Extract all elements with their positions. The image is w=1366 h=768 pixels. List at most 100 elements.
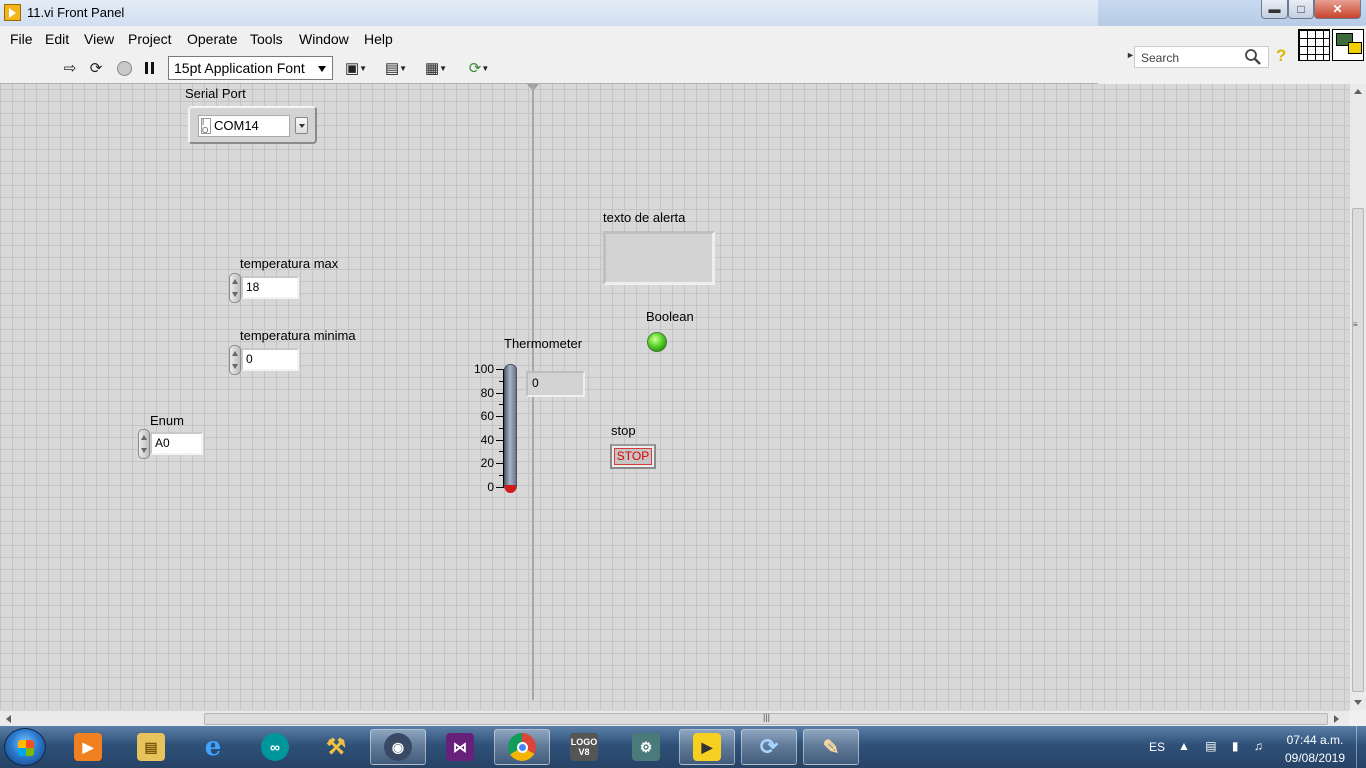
thermometer-major-tick [496,369,504,370]
arduino-icon[interactable]: ∞ [247,729,303,765]
thermometer-digital-display: 0 [526,371,585,397]
temp-max-incdec[interactable] [229,273,241,303]
chevron-down-icon [318,66,326,72]
labview-icon[interactable]: ▶ [679,729,735,765]
chrome-icon[interactable] [494,729,550,765]
run-continuously-icon[interactable]: ⟳ [86,58,106,78]
sync-icon[interactable]: ⟳ [741,729,797,765]
title-bar: 11.vi Front Panel ▬ □ ✕ [0,0,1366,26]
thermometer-tick-0: 0 [487,480,494,494]
temp-min-incdec[interactable] [229,345,241,375]
menu-help[interactable]: Help [364,31,393,47]
vertical-scroll-thumb[interactable] [1352,208,1364,692]
thermometer-tick-60: 60 [480,409,494,423]
temp-max-input[interactable]: 18 [241,276,299,299]
visual-studio-icon[interactable]: ⋈ [432,729,488,765]
scroll-down-icon[interactable] [1354,700,1362,705]
logo-v8-icon[interactable]: LOGO V8 [556,729,612,765]
clock-time[interactable]: 07:44 a.m. [1280,733,1350,747]
start-button[interactable] [4,728,46,766]
stop-button-text: STOP [614,448,652,465]
alert-text-indicator [603,231,715,285]
file-explorer-icon[interactable]: ▤ [123,729,179,765]
logo-v8-label: LOGO V8 [570,733,598,761]
enum-label: Enum [150,413,184,428]
maximize-button[interactable]: □ [1288,0,1314,19]
serial-port-control[interactable]: IO COM14 [188,106,317,144]
media-player-icon[interactable]: ▶ [60,729,116,765]
thermometer-tick-80: 80 [480,386,494,400]
thermometer-major-tick [496,463,504,464]
stop-button[interactable]: STOP [610,444,656,469]
system-tray-icons[interactable]: ▲ ▤ ▮ ♫ [1178,739,1269,753]
temp-max-label: temperatura max [240,256,339,271]
temp-max-control[interactable]: 18 [229,273,301,303]
connector-pane-icon[interactable] [1298,29,1330,61]
clock-date[interactable]: 09/08/2019 [1280,751,1350,765]
labview-app-icon [4,4,21,21]
thermometer-tick-100: 100 [473,362,494,376]
scroll-left-icon[interactable] [6,715,11,723]
enum-value[interactable]: A0 [150,432,203,455]
io-name-icon: IO [201,118,211,135]
menu-operate[interactable]: Operate [187,31,238,47]
temp-min-control[interactable]: 0 [229,345,301,375]
reorder-icon[interactable]: ⟳ ▼ [464,58,494,78]
thermometer-fill [505,485,516,493]
menu-file[interactable]: File [10,31,33,47]
pause-icon[interactable] [139,58,159,78]
toolbar: ⇨ ⟳ 15pt Application Font ▣ ▼ ▤ ▼ ▦ ▼ ⟳ ▼ [0,52,1098,84]
enum-control[interactable]: A0 [138,429,204,459]
vi-icon[interactable] [1332,29,1364,61]
tool-icon[interactable]: ⚒ [308,729,364,765]
search-placeholder: Search [1141,51,1180,65]
menu-view[interactable]: View [84,31,114,47]
menu-window[interactable]: Window [299,31,349,47]
scroll-up-icon[interactable] [1354,89,1362,94]
thermometer-major-tick [496,487,504,488]
menu-project[interactable]: Project [128,31,172,47]
language-indicator[interactable]: ES [1149,740,1165,754]
horizontal-scroll-thumb[interactable]: ||| [204,712,1328,725]
horizontal-scrollbar[interactable]: ||| [0,710,1349,726]
serial-port-dropdown-button[interactable] [295,117,308,134]
thermometer-major-tick [496,440,504,441]
internet-explorer-icon[interactable]: e [185,729,241,765]
robot-arm-icon[interactable]: ⚙ [618,729,674,765]
help-icon[interactable]: ? [1276,46,1286,66]
stop-label: stop [611,423,636,438]
windows-logo-icon [18,740,34,756]
serial-port-field[interactable]: IO COM14 [198,115,290,137]
close-button[interactable]: ✕ [1314,0,1361,19]
menu-tools[interactable]: Tools [250,31,283,47]
boolean-label: Boolean [646,309,694,324]
resize-objects-icon[interactable]: ▦ ▼ [422,58,450,78]
boolean-led[interactable] [647,332,667,352]
thermometer-major-tick [496,416,504,417]
search-icon[interactable] [1244,48,1262,66]
distribute-objects-icon[interactable]: ▤ ▼ [382,58,410,78]
thermometer-tube[interactable] [504,364,517,492]
minimize-button[interactable]: ▬ [1261,0,1288,19]
paint-icon[interactable]: ✎ [803,729,859,765]
menu-edit[interactable]: Edit [45,31,69,47]
temp-min-input[interactable]: 0 [241,348,299,371]
abort-icon[interactable] [114,58,134,78]
front-panel[interactable]: Serial Port IO COM14 temperatura max 18 … [0,84,1349,710]
thermometer-major-tick [496,393,504,394]
show-desktop-button[interactable] [1356,726,1366,768]
thermometer-tick-40: 40 [480,433,494,447]
font-select[interactable]: 15pt Application Font [168,56,333,80]
vertical-scrollbar[interactable]: ≡ [1349,84,1366,710]
scroll-corner [1349,710,1366,726]
scroll-grip-icon: ≡ [1353,320,1358,329]
scroll-right-icon[interactable] [1334,715,1339,723]
enum-incdec[interactable] [138,429,150,459]
alert-text-label: texto de alerta [603,210,686,225]
serial-port-label: Serial Port [185,86,246,101]
serial-port-value: COM14 [214,118,259,133]
run-arrow-icon[interactable]: ⇨ [60,58,80,78]
tablet-icon[interactable]: ◉ [370,729,426,765]
align-objects-icon[interactable]: ▣ ▼ [342,58,370,78]
thermometer-label: Thermometer [504,336,583,351]
